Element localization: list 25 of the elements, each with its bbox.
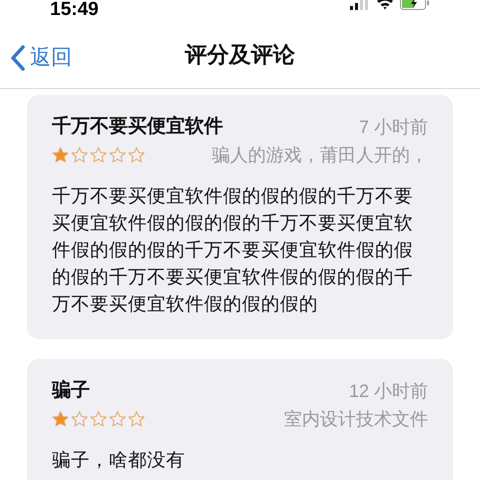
star-icon [71, 147, 88, 163]
star-icon [71, 411, 88, 427]
star-icon [52, 411, 69, 427]
star-icon [128, 411, 145, 427]
battery-icon [400, 0, 430, 10]
wifi-icon [376, 0, 394, 10]
page-title: 评分及评论 [185, 40, 295, 68]
review-body: 千万不要买便宜软件假的假的假的千万不要买便宜软件假的假的假的千万不要买便宜软件假的假的假的千万不要买便宜软件假的假的假的千万不要买便宜软件假的假的假的千万不要买便宜软件假的假的假的 [52, 184, 414, 316]
review-title: 骗子 [52, 378, 90, 403]
back-button[interactable]: 返回 [10, 45, 72, 71]
review-time: 7 小时前 [358, 116, 428, 138]
review-title: 千万不要买便宜软件 [52, 114, 223, 139]
star-icon [52, 147, 69, 163]
review-body: 骗子，啥都没有 [52, 448, 186, 472]
signal-icon [350, 0, 370, 10]
chevron-left-icon [10, 45, 26, 71]
review-author: 室内设计技术文件 [284, 408, 428, 430]
star-icon [109, 411, 126, 427]
star-icon [109, 147, 126, 163]
status-time: 15:49 [50, 0, 99, 22]
star-icon [128, 147, 145, 163]
star-icon [90, 411, 107, 427]
review-author: 骗人的游戏，莆田人开的， [212, 144, 428, 166]
review-time: 12 小时前 [348, 380, 428, 402]
star-icon [90, 147, 107, 163]
